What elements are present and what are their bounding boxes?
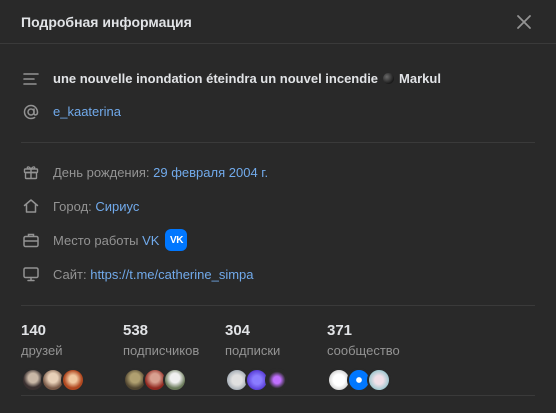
stats-row: 140 друзей 538 подписчиков 304 подписки bbox=[0, 306, 556, 392]
stat-label: друзей bbox=[21, 343, 63, 358]
home-icon bbox=[21, 196, 41, 216]
city-label: Город: bbox=[53, 198, 92, 214]
work-label: Место работы bbox=[53, 232, 139, 248]
avatar[interactable] bbox=[61, 368, 85, 392]
stat-count: 371 bbox=[327, 322, 353, 339]
vk-logo-icon[interactable]: VK bbox=[165, 229, 188, 251]
stat-label: подписчиков bbox=[123, 343, 200, 358]
birthday-value[interactable]: 29 февраля 2004 г. bbox=[153, 165, 268, 180]
close-icon[interactable] bbox=[516, 14, 532, 30]
monitor-icon bbox=[21, 264, 41, 284]
username-row: e_kaaterina bbox=[21, 95, 535, 128]
avatar-stack bbox=[21, 368, 123, 392]
stat-count: 140 bbox=[21, 322, 47, 339]
briefcase-icon bbox=[21, 230, 41, 250]
stat-count: 304 bbox=[225, 322, 251, 339]
stat-count: 538 bbox=[123, 322, 149, 339]
stat-following[interactable]: 304 подписки bbox=[225, 322, 327, 392]
close-button[interactable] bbox=[512, 10, 536, 34]
site-link[interactable]: https://t.me/catherine_simpa bbox=[90, 267, 253, 282]
city-row: Город: Сириус bbox=[21, 189, 535, 223]
modal-title: Подробная информация bbox=[21, 13, 192, 30]
text-lines-icon bbox=[21, 69, 41, 89]
site-label: Сайт: bbox=[53, 266, 87, 282]
birthday-label: День рождения: bbox=[53, 164, 150, 180]
avatar-stack bbox=[123, 368, 225, 392]
avatar[interactable] bbox=[163, 368, 187, 392]
birthday-row: День рождения: 29 февраля 2004 г. bbox=[21, 155, 535, 189]
stat-label: подписки bbox=[225, 343, 281, 358]
gift-icon bbox=[21, 162, 41, 182]
avatar-stack bbox=[327, 368, 429, 392]
city-value[interactable]: Сириус bbox=[95, 199, 139, 214]
avatar[interactable] bbox=[367, 368, 391, 392]
bottom-divider bbox=[21, 395, 535, 396]
avatar[interactable] bbox=[265, 368, 289, 392]
status-section: une nouvelle inondation éteindra un nouv… bbox=[0, 44, 556, 142]
stat-label: сообщество bbox=[327, 343, 400, 358]
site-row: Сайт: https://t.me/catherine_simpa bbox=[21, 257, 535, 291]
details-section: День рождения: 29 февраля 2004 г. Город:… bbox=[0, 143, 556, 305]
work-row: Место работы VK VK bbox=[21, 223, 535, 257]
stat-communities[interactable]: 371 сообщество bbox=[327, 322, 429, 392]
status-artist[interactable]: Markul bbox=[399, 71, 441, 86]
profile-details-modal: Подробная информация une nouvelle inonda… bbox=[0, 0, 556, 413]
at-sign-icon bbox=[21, 102, 41, 122]
stat-followers[interactable]: 538 подписчиков bbox=[123, 322, 225, 392]
status-text: une nouvelle inondation éteindra un nouv… bbox=[53, 71, 379, 86]
username-link[interactable]: e_kaaterina bbox=[53, 104, 121, 119]
modal-header: Подробная информация bbox=[0, 0, 556, 44]
stat-friends[interactable]: 140 друзей bbox=[21, 322, 123, 392]
avatar-stack bbox=[225, 368, 327, 392]
music-disc-icon bbox=[383, 73, 395, 84]
work-value[interactable]: VK bbox=[142, 233, 159, 248]
status-row: une nouvelle inondation éteindra un nouv… bbox=[21, 62, 535, 95]
